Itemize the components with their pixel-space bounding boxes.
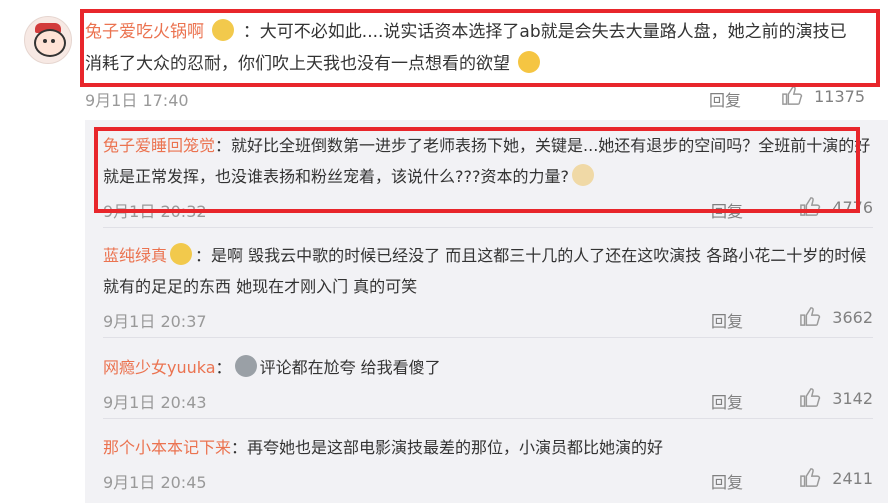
reply-time: 9月1日 20:37 — [103, 312, 207, 331]
reply-text: 蓝纯绿真 ：是啊 毁我云中歌的时候已经没了 而且这都三十几的人了还在这吹演技 各路… — [103, 240, 873, 302]
main-like-button[interactable]: 11375 — [781, 85, 865, 106]
avatar-eye — [43, 39, 47, 43]
shrug-emoji-icon — [518, 51, 541, 73]
main-comment-text: 兔子爱吃火锅啊 ：大可不必如此....说实话资本选择了ab就是会失去大量路人盘，… — [85, 16, 855, 80]
avatar[interactable] — [24, 16, 72, 64]
thumbs-up-icon — [782, 86, 803, 105]
like-count: 2411 — [832, 469, 873, 488]
reply-item: 网瘾少女yuuka： 评论都在尬夸 给我看傻了 9月1日 20:43 回复 314… — [103, 352, 873, 415]
reply-content: ：是啊 毁我云中歌的时候已经没了 而且这都三十几的人了还在这吹演技 各路小花二十… — [103, 246, 867, 296]
reply-text: 那个小本本记下来：再夸她也是这部电影演技最差的那位，小演员都比她演的好 — [103, 432, 873, 463]
replies-section: 兔子爱睡回笼觉：就好比全班倒数第一进步了老师表扬下她，关键是...她还有退步的空… — [85, 120, 888, 503]
reply-time: 9月1日 20:43 — [103, 393, 207, 412]
main-like-count: 11375 — [814, 87, 865, 106]
thumbs-up-icon — [800, 197, 821, 216]
divider — [103, 337, 873, 338]
reply-username[interactable]: 蓝纯绿真 — [103, 246, 167, 265]
reply-username[interactable]: 兔子爱睡回笼觉 — [103, 136, 215, 155]
reply-meta: 9月1日 20:32 回复 4776 — [103, 196, 873, 224]
reply-button[interactable]: 回复 — [711, 389, 743, 413]
reply-username[interactable]: 网瘾少女yuuka — [103, 358, 216, 377]
like-count: 3662 — [832, 308, 873, 327]
crown-emoji-icon — [212, 19, 235, 41]
surprised-emoji-icon — [234, 355, 257, 377]
crown-emoji-icon — [170, 243, 193, 265]
reply-content: ：就好比全班倒数第一进步了老师表扬下她，关键是...她还有退步的空间吗？全班前十… — [103, 136, 871, 186]
doge-emoji-icon — [571, 164, 594, 186]
reply-button[interactable]: 回复 — [711, 469, 743, 493]
divider — [103, 227, 873, 228]
reply-meta: 9月1日 20:37 回复 3662 — [103, 306, 873, 334]
main-comment: 兔子爱吃火锅啊 ：大可不必如此....说实话资本选择了ab就是会失去大量路人盘，… — [0, 0, 888, 115]
reply-button[interactable]: 回复 — [711, 198, 743, 222]
reply-time: 9月1日 20:45 — [103, 473, 207, 492]
reply-item: 兔子爱睡回笼觉：就好比全班倒数第一进步了老师表扬下她，关键是...她还有退步的空… — [103, 130, 873, 224]
main-comment-time: 9月1日 17:40 — [85, 91, 189, 110]
main-comment-meta: 9月1日 17:40 回复 11375 — [85, 85, 865, 111]
reply-text: 网瘾少女yuuka： 评论都在尬夸 给我看傻了 — [103, 352, 873, 383]
reply-button[interactable]: 回复 — [711, 308, 743, 332]
main-reply-button[interactable]: 回复 — [709, 87, 741, 111]
reply-text: 兔子爱睡回笼觉：就好比全班倒数第一进步了老师表扬下她，关键是...她还有退步的空… — [103, 130, 873, 192]
like-count: 3142 — [832, 389, 873, 408]
reply-item: 蓝纯绿真 ：是啊 毁我云中歌的时候已经没了 而且这都三十几的人了还在这吹演技 各路… — [103, 240, 873, 334]
like-button[interactable]: 3662 — [799, 306, 873, 327]
reply-time: 9月1日 20:32 — [103, 202, 207, 221]
reply-content: 评论都在尬夸 给我看傻了 — [259, 358, 441, 377]
reply-item: 那个小本本记下来：再夸她也是这部电影演技最差的那位，小演员都比她演的好 9月1日… — [103, 432, 873, 495]
like-button[interactable]: 4776 — [799, 196, 873, 217]
reply-meta: 9月1日 20:43 回复 3142 — [103, 387, 873, 415]
like-count: 4776 — [832, 198, 873, 217]
like-button[interactable]: 2411 — [799, 467, 873, 488]
avatar-face — [34, 29, 66, 57]
thumbs-up-icon — [800, 388, 821, 407]
reply-content: ：再夸她也是这部电影演技最差的那位，小演员都比她演的好 — [231, 438, 664, 457]
reply-username[interactable]: 那个小本本记下来 — [103, 438, 231, 457]
main-username[interactable]: 兔子爱吃火锅啊 — [85, 22, 204, 42]
thumbs-up-icon — [800, 468, 821, 487]
divider — [103, 418, 873, 419]
thumbs-up-icon — [800, 307, 821, 326]
avatar-eye — [51, 39, 55, 43]
like-button[interactable]: 3142 — [799, 387, 873, 408]
reply-meta: 9月1日 20:45 回复 2411 — [103, 467, 873, 495]
